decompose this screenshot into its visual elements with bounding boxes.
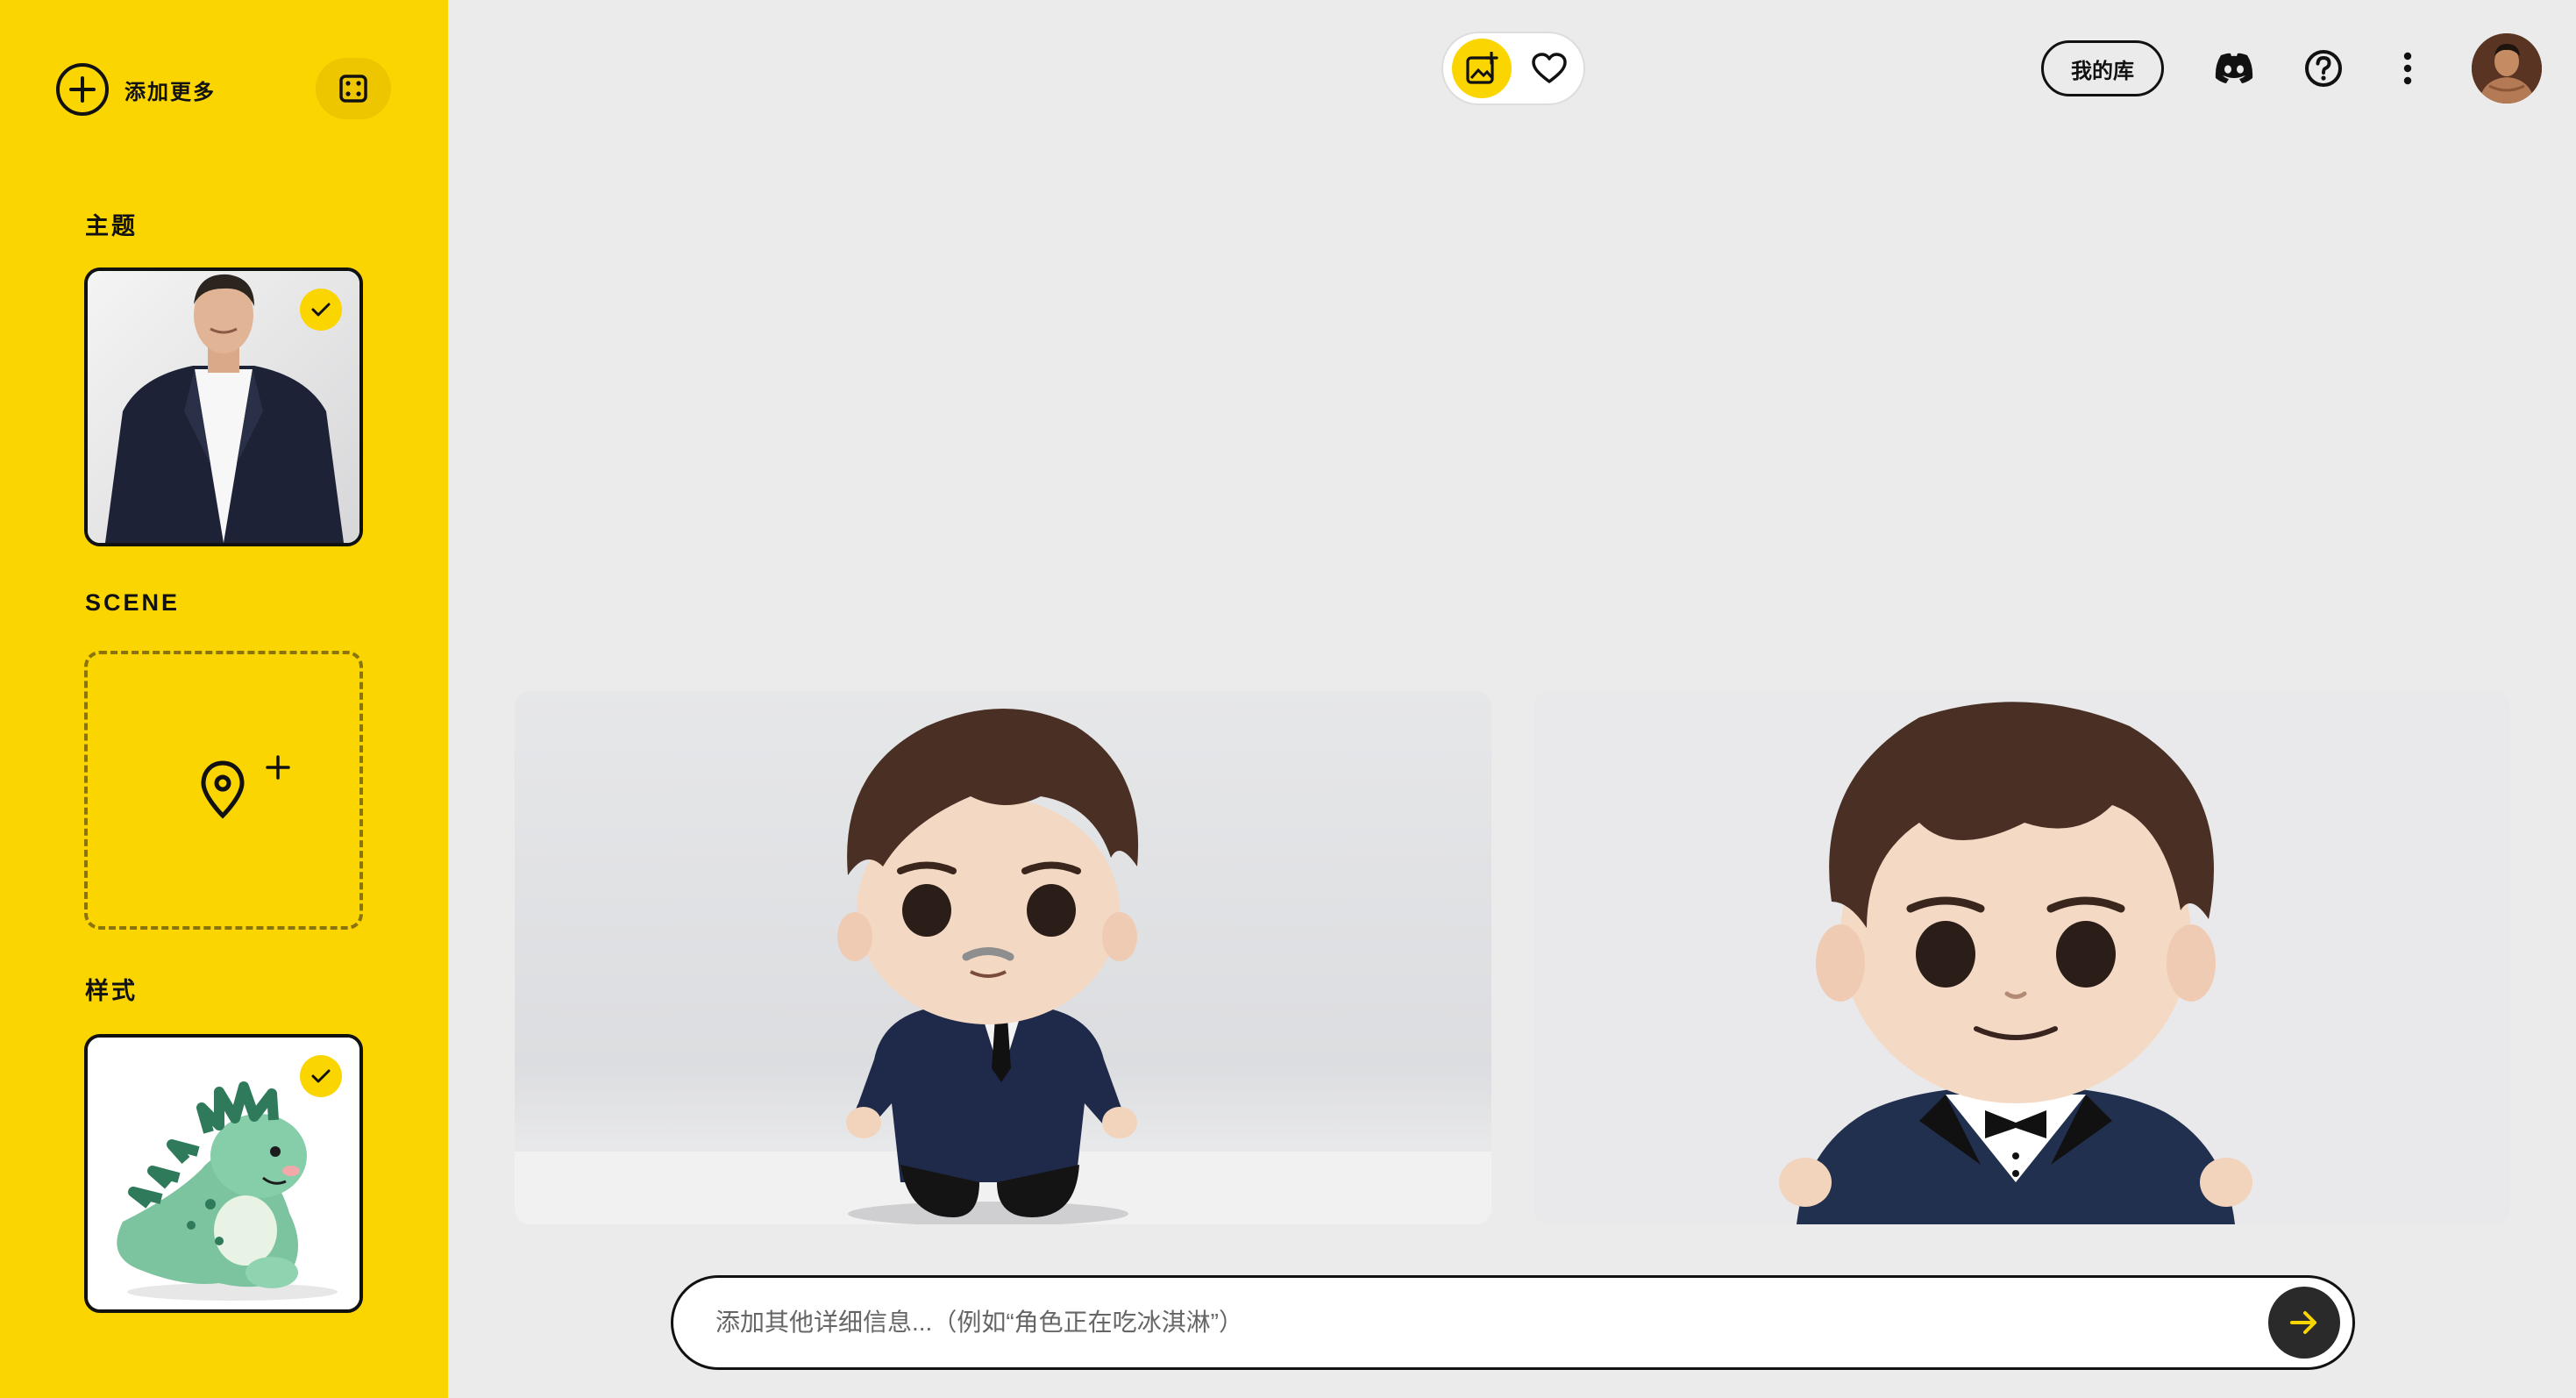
send-button[interactable]: [2268, 1287, 2340, 1359]
style-section-title: 样式: [85, 978, 138, 1004]
subject-card[interactable]: [84, 267, 363, 546]
prompt-bar: [671, 1275, 2355, 1370]
dice-icon: [339, 75, 367, 103]
help-button[interactable]: [2297, 42, 2350, 95]
subject-selected-check: [300, 289, 342, 331]
scene-section-title: SCENE: [85, 589, 181, 616]
plus-icon: [266, 755, 290, 780]
favorites-mode-button[interactable]: [1524, 43, 1575, 94]
more-options-button[interactable]: [2381, 42, 2434, 95]
help-icon: [2305, 50, 2342, 87]
my-library-button[interactable]: 我的库: [2041, 40, 2164, 96]
result-image-1[interactable]: [515, 691, 1491, 1224]
style-card[interactable]: [84, 1034, 363, 1313]
heart-icon: [1532, 53, 1567, 83]
check-icon: [311, 1069, 331, 1083]
arrow-right-icon: [2290, 1311, 2316, 1334]
plush-doll-image: [1779, 702, 2252, 1224]
add-scene-card[interactable]: [84, 651, 363, 930]
mode-toggle: [1441, 32, 1585, 105]
discord-icon: [2215, 53, 2253, 83]
plush-doll-image: [515, 709, 1491, 1224]
plus-circle-icon: [56, 63, 109, 116]
style-selected-check: [300, 1055, 342, 1097]
check-icon: [311, 303, 331, 317]
prompt-input[interactable]: [715, 1309, 2268, 1337]
avatar-photo: [2472, 33, 2542, 103]
image-add-icon: [1466, 52, 1498, 84]
discord-button[interactable]: [2208, 42, 2260, 95]
result-image-2[interactable]: [1534, 691, 2510, 1224]
subject-section-title: 主题: [85, 213, 138, 239]
sidebar: 添加更多 主题 SCENE 样式: [0, 0, 448, 1398]
more-vertical-icon: [2403, 52, 2412, 85]
random-dice-button[interactable]: [316, 58, 391, 119]
add-more-label: 添加更多: [125, 80, 216, 104]
generate-mode-button[interactable]: [1452, 39, 1512, 98]
add-more-button[interactable]: 添加更多: [56, 63, 216, 116]
location-pin-icon: [201, 760, 245, 819]
user-avatar[interactable]: [2472, 33, 2542, 103]
